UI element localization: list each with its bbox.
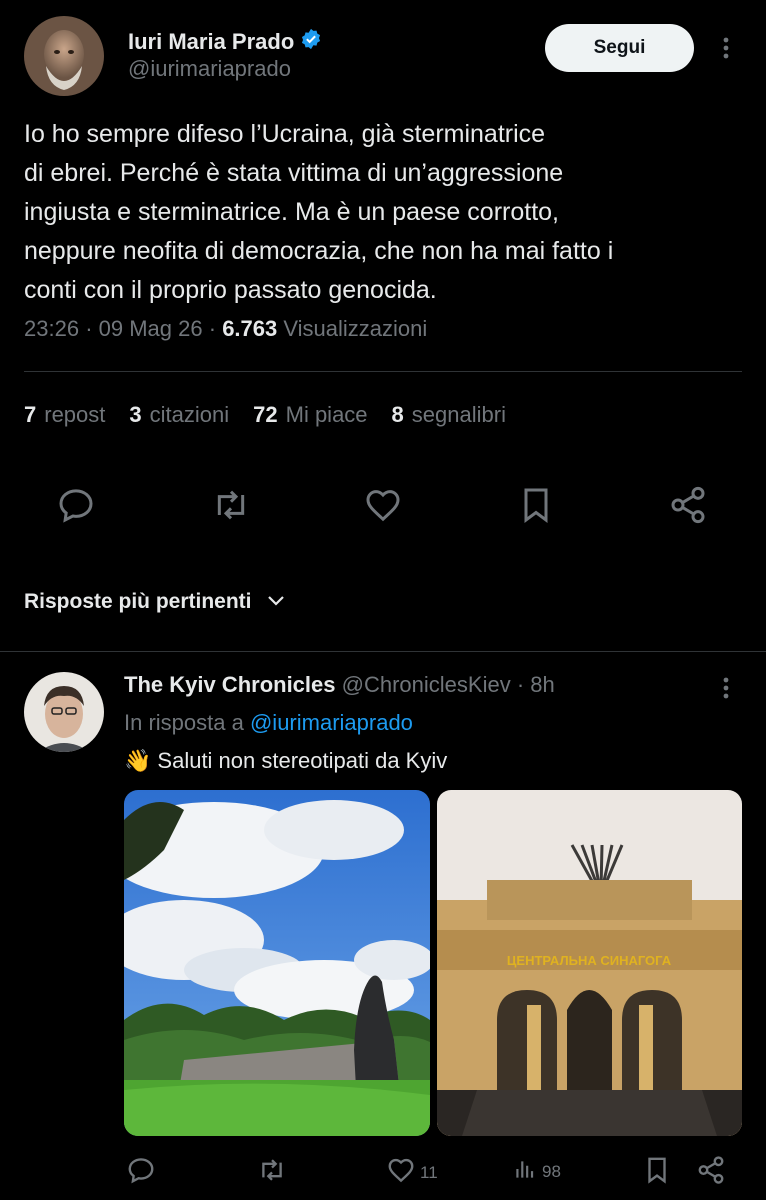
synagogue-sign: ЦЕНТРАЛЬНА СИНАГОГА [507, 953, 672, 968]
central-synagogue-photo[interactable]: ЦЕНТРАЛЬНА СИНАГОГА [437, 790, 742, 1136]
bookmark-icon[interactable] [518, 485, 554, 525]
follow-button[interactable]: Segui [545, 24, 694, 72]
tweet-meta: 23:26 · 09 Mag 26 · 6.763 Visualizzazion… [24, 316, 428, 341]
reply-like-button[interactable]: 11 [386, 1155, 438, 1190]
reply-more-options-icon[interactable] [716, 676, 736, 700]
like-count: 11 [420, 1162, 438, 1182]
replies-sort-dropdown[interactable]: Risposte più pertinenti [24, 590, 286, 614]
stat-bookmarks[interactable]: 8 segnalibri [392, 402, 506, 428]
stat-reposts[interactable]: 7 repost [24, 402, 105, 428]
reply-author-name[interactable]: The Kyiv Chronicles [124, 672, 336, 697]
reply-text: 👋 Saluti non stereotipati da Kyiv [124, 748, 447, 774]
reply-action-bar: 11 98 [0, 1155, 766, 1189]
tweet-action-bar [0, 485, 766, 533]
reply-views-button[interactable]: 98 [512, 1155, 561, 1188]
stat-quotes[interactable]: 3 citazioni [129, 402, 229, 428]
verified-badge-icon [300, 28, 322, 55]
reply-icon[interactable] [56, 485, 96, 525]
tweet-stats: 7 repost 3 citazioni 72 Mi piace 8 segnalibr… [24, 402, 506, 428]
like-icon[interactable] [362, 485, 404, 525]
more-options-icon[interactable] [716, 36, 736, 60]
replies-sort-label: Risposte più pertinenti [24, 590, 252, 613]
bookmark-icon [644, 1155, 670, 1190]
author-avatar[interactable] [24, 16, 104, 96]
share-icon[interactable] [668, 485, 708, 525]
views-icon [512, 1155, 538, 1188]
reply-share-button[interactable] [696, 1155, 726, 1190]
reply-header: The Kyiv Chronicles @ChroniclesKiev · 8h [124, 672, 555, 697]
tweet-time[interactable]: 23:26 [24, 316, 79, 341]
reply-author-handle[interactable]: @ChroniclesKiev [342, 672, 511, 697]
divider [0, 651, 766, 652]
repost-icon[interactable] [209, 485, 253, 525]
divider [24, 371, 742, 372]
reply-icon [126, 1155, 156, 1190]
like-icon [386, 1155, 416, 1190]
views-count: 6.763 [222, 316, 278, 341]
repost-icon [256, 1155, 288, 1190]
share-icon [696, 1155, 726, 1190]
reply-bookmark-button[interactable] [644, 1155, 670, 1190]
stat-likes[interactable]: 72 Mi piace [253, 402, 367, 428]
park-monument-photo[interactable] [124, 790, 430, 1136]
reply-repost-button[interactable] [256, 1155, 292, 1190]
tweet-text: Io ho sempre difeso l’Ucraina, già sterm… [24, 120, 614, 304]
author-name[interactable]: Iuri Maria Prado [128, 29, 294, 55]
chevron-down-icon [266, 590, 286, 614]
author-handle[interactable]: @iurimariaprado [128, 56, 291, 82]
views-count: 98 [542, 1161, 561, 1181]
reply-body: Saluti non stereotipati da Kyiv [157, 748, 448, 773]
reply-author-avatar[interactable] [24, 672, 104, 752]
reply-context: In risposta a @iurimariaprado [124, 710, 413, 735]
reply-age[interactable]: 8h [530, 672, 554, 697]
views-label: Visualizzazioni [283, 316, 428, 341]
tweet-date[interactable]: 09 Mag 26 [99, 316, 203, 341]
reply-to-link[interactable]: @iurimariaprado [250, 710, 413, 735]
reply-reply-button[interactable] [126, 1155, 160, 1190]
waving-hand-icon: 👋 [124, 748, 152, 773]
